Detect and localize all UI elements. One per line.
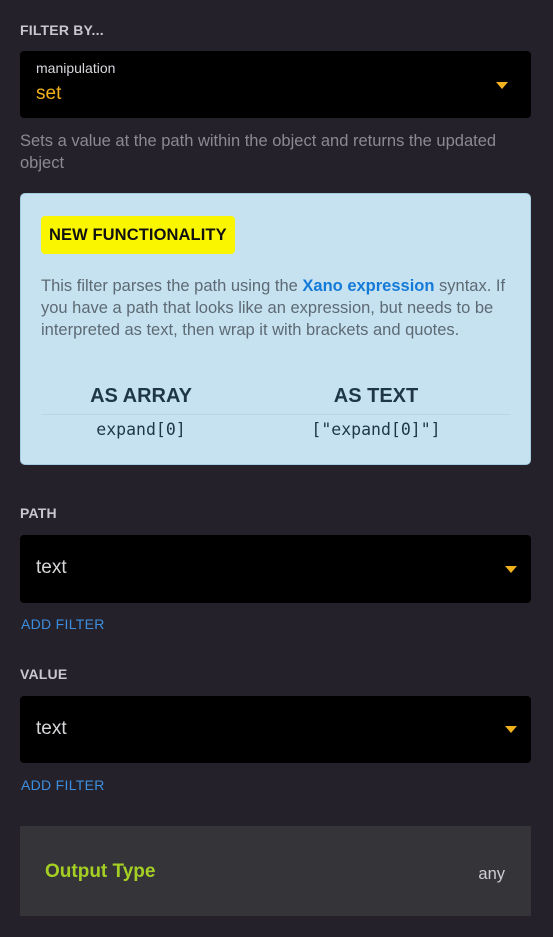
value-add-filter-link[interactable]: ADD FILTER bbox=[21, 777, 105, 793]
manipulation-select-value: set bbox=[36, 83, 62, 104]
filter-description: Sets a value at the path within the obje… bbox=[20, 132, 497, 172]
manipulation-select[interactable]: manipulation set bbox=[20, 51, 531, 118]
filter-by-heading: FILTER BY... bbox=[20, 22, 104, 38]
value-select[interactable]: text bbox=[20, 696, 531, 763]
output-type-label: Output Type bbox=[45, 861, 156, 882]
as-array-heading: AS ARRAY bbox=[90, 385, 192, 407]
path-add-filter-link[interactable]: ADD FILTER bbox=[21, 616, 105, 632]
chevron-down-icon bbox=[505, 566, 517, 573]
value-select-value: text bbox=[36, 718, 67, 739]
chevron-down-icon bbox=[496, 82, 508, 89]
info-callout: NEW FUNCTIONALITY This filter parses the… bbox=[20, 193, 531, 465]
output-type-panel: Output Type any bbox=[20, 826, 531, 916]
chevron-down-icon bbox=[505, 726, 517, 733]
new-functionality-badge: NEW FUNCTIONALITY bbox=[41, 216, 235, 254]
info-text: This filter parses the path using the Xa… bbox=[41, 275, 511, 341]
columns-divider bbox=[41, 414, 511, 415]
xano-expression-link[interactable]: Xano expression bbox=[302, 277, 434, 295]
output-type-value: any bbox=[478, 865, 505, 883]
manipulation-select-label: manipulation bbox=[36, 60, 116, 76]
filter-panel: FILTER BY... manipulation set Sets a val… bbox=[0, 0, 553, 937]
path-heading: PATH bbox=[20, 505, 57, 521]
path-select[interactable]: text bbox=[20, 535, 531, 603]
path-select-value: text bbox=[36, 557, 67, 578]
as-text-code: ["expand[0]"] bbox=[311, 420, 441, 439]
as-array-code: expand[0] bbox=[96, 420, 186, 439]
as-text-heading: AS TEXT bbox=[333, 385, 419, 407]
info-text-before: This filter parses the path using the bbox=[41, 277, 303, 295]
value-heading: VALUE bbox=[20, 666, 68, 682]
